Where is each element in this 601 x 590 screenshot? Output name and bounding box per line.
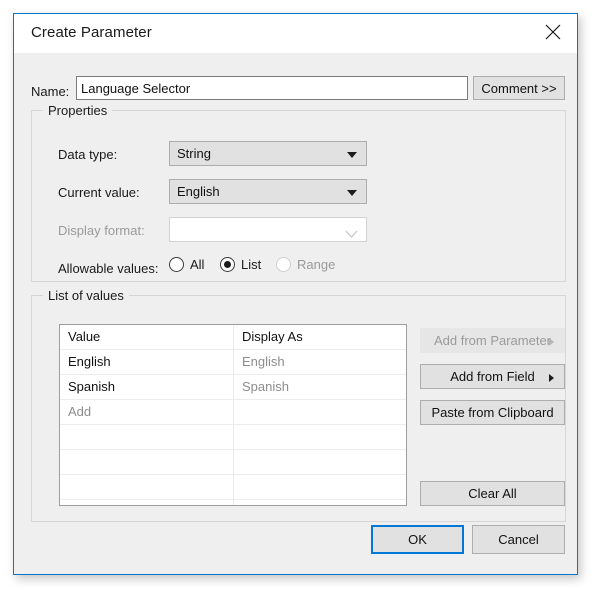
page-title: Create Parameter (31, 24, 152, 41)
current-value-value: English (177, 184, 220, 199)
radio-list-label: List (241, 257, 262, 272)
display-format-select (169, 217, 367, 242)
radio-all-label: All (190, 257, 205, 272)
current-value-select[interactable]: English (169, 179, 367, 204)
data-type-select[interactable]: String (169, 141, 367, 166)
current-value-label: Current value: (58, 185, 140, 200)
table-row-add[interactable]: Add (60, 400, 406, 425)
data-type-value: String (177, 146, 211, 161)
radio-range-label: Range (297, 257, 336, 272)
close-button[interactable] (533, 16, 573, 48)
list-of-values-group: List of values Value Display As English … (31, 288, 566, 522)
cancel-button[interactable]: Cancel (472, 525, 565, 554)
chevron-down-icon (345, 226, 358, 244)
column-divider (233, 475, 234, 499)
table-row-empty[interactable] (60, 475, 406, 500)
dialog-title-bar: Create Parameter (14, 14, 577, 53)
name-input[interactable] (76, 76, 468, 100)
cell-value: Spanish (68, 379, 115, 394)
display-format-label: Display format: (58, 223, 145, 238)
cell-value: English (68, 354, 111, 369)
table-header-row: Value Display As (60, 325, 406, 350)
add-from-parameter-label: Add from Parameter (433, 333, 552, 348)
values-table[interactable]: Value Display As English English Spanish… (59, 324, 407, 506)
radio-circle-icon (276, 257, 291, 272)
cell-display-as: English (242, 354, 285, 369)
column-divider (233, 500, 234, 505)
chevron-right-icon (549, 374, 554, 382)
add-from-parameter-button: Add from Parameter (420, 328, 565, 353)
column-divider (233, 425, 234, 449)
add-from-field-label: Add from Field (450, 369, 535, 384)
ok-button[interactable]: OK (371, 525, 464, 554)
clear-all-button[interactable]: Clear All (420, 481, 565, 506)
column-header-display-as: Display As (242, 329, 303, 344)
column-divider (233, 350, 234, 374)
column-divider (233, 450, 234, 474)
column-divider (233, 375, 234, 399)
column-divider (233, 400, 234, 424)
table-row-empty[interactable] (60, 425, 406, 450)
table-row-empty[interactable] (60, 500, 406, 505)
add-from-field-button[interactable]: Add from Field (420, 364, 565, 389)
paste-from-clipboard-button[interactable]: Paste from Clipboard (420, 400, 565, 425)
column-divider (233, 325, 234, 349)
paste-from-clipboard-label: Paste from Clipboard (431, 405, 554, 420)
name-label: Name: (31, 84, 70, 99)
comment-button[interactable]: Comment >> (473, 76, 565, 100)
radio-circle-icon (169, 257, 184, 272)
table-row[interactable]: English English (60, 350, 406, 375)
data-type-label: Data type: (58, 147, 118, 162)
cell-display-as: Spanish (242, 379, 289, 394)
table-row-empty[interactable] (60, 450, 406, 475)
column-header-value: Value (68, 329, 101, 344)
create-parameter-dialog: Create Parameter Name: Comment >> Proper… (13, 13, 578, 575)
clear-all-label: Clear All (468, 486, 517, 501)
list-of-values-group-label: List of values (43, 288, 129, 303)
cell-add-placeholder: Add (68, 404, 92, 419)
allowable-values-label: Allowable values: (58, 261, 159, 276)
properties-group: Properties Data type: String Current val… (31, 103, 566, 282)
properties-group-label: Properties (43, 103, 113, 118)
chevron-right-icon (549, 338, 554, 346)
chevron-down-icon (347, 190, 357, 196)
table-row[interactable]: Spanish Spanish (60, 375, 406, 400)
chevron-down-icon (347, 152, 357, 158)
radio-circle-selected-icon (220, 257, 235, 272)
